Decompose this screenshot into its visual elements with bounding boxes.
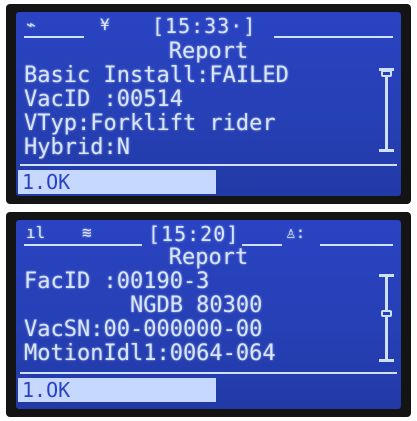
ok-softkey[interactable]: 1.OK bbox=[18, 170, 216, 194]
scrollbar[interactable] bbox=[377, 64, 397, 156]
ok-softkey[interactable]: 1.OK bbox=[18, 378, 216, 402]
report-row: NGDB 80300 bbox=[24, 293, 263, 318]
scrollbar-track bbox=[385, 276, 388, 360]
page-title: Report bbox=[168, 245, 249, 270]
report-row: VacSN:00-000000-00 bbox=[24, 317, 263, 342]
status-underline bbox=[24, 36, 84, 38]
scrollbar-cap bbox=[379, 274, 394, 277]
scrollbar-thumb[interactable] bbox=[381, 70, 392, 77]
lcd-screen-1: ⌁ ¥ [15:33·] Report Basic Install:FAILED… bbox=[16, 12, 401, 196]
antenna-icon: ¥ bbox=[100, 15, 110, 34]
report-row: Hybrid:N bbox=[24, 135, 130, 160]
clock: [15:20] bbox=[148, 222, 240, 246]
scrollbar-thumb[interactable] bbox=[381, 310, 392, 317]
report-row: FacID :00190-3 bbox=[24, 269, 210, 294]
report-row: Basic Install:FAILED bbox=[24, 63, 289, 88]
device-bezel-top: ⌁ ¥ [15:33·] Report Basic Install:FAILED… bbox=[6, 4, 411, 204]
clock: [15:33·] bbox=[152, 14, 257, 38]
signal-bars-icon: ıl bbox=[26, 223, 46, 242]
wifi-icon: ≋ bbox=[82, 223, 92, 242]
scrollbar-cap bbox=[379, 149, 394, 152]
divider bbox=[20, 164, 397, 166]
report-row: VacID :00514 bbox=[24, 87, 183, 112]
lcd-screen-2: ıl ≋ [15:20] ♙: Report FacID :00190-3 NG… bbox=[16, 220, 401, 409]
report-row: VTyp:Forklift rider bbox=[24, 111, 276, 136]
scrollbar[interactable] bbox=[377, 270, 397, 366]
status-bar: ıl ≋ [15:20] ♙: bbox=[24, 222, 393, 246]
page-title: Report bbox=[168, 39, 249, 64]
report-row: MotionIdl1:0064-064 bbox=[24, 341, 276, 366]
scrollbar-track bbox=[385, 70, 388, 150]
person-icon: ♙: bbox=[286, 223, 306, 242]
device-bezel-bottom: ıl ≋ [15:20] ♙: Report FacID :00190-3 NG… bbox=[6, 212, 411, 417]
divider bbox=[20, 372, 397, 374]
sync-icon: ⌁ bbox=[26, 15, 36, 34]
status-bar: ⌁ ¥ [15:33·] bbox=[24, 14, 393, 38]
scrollbar-cap bbox=[379, 359, 394, 362]
status-underline bbox=[274, 36, 393, 38]
